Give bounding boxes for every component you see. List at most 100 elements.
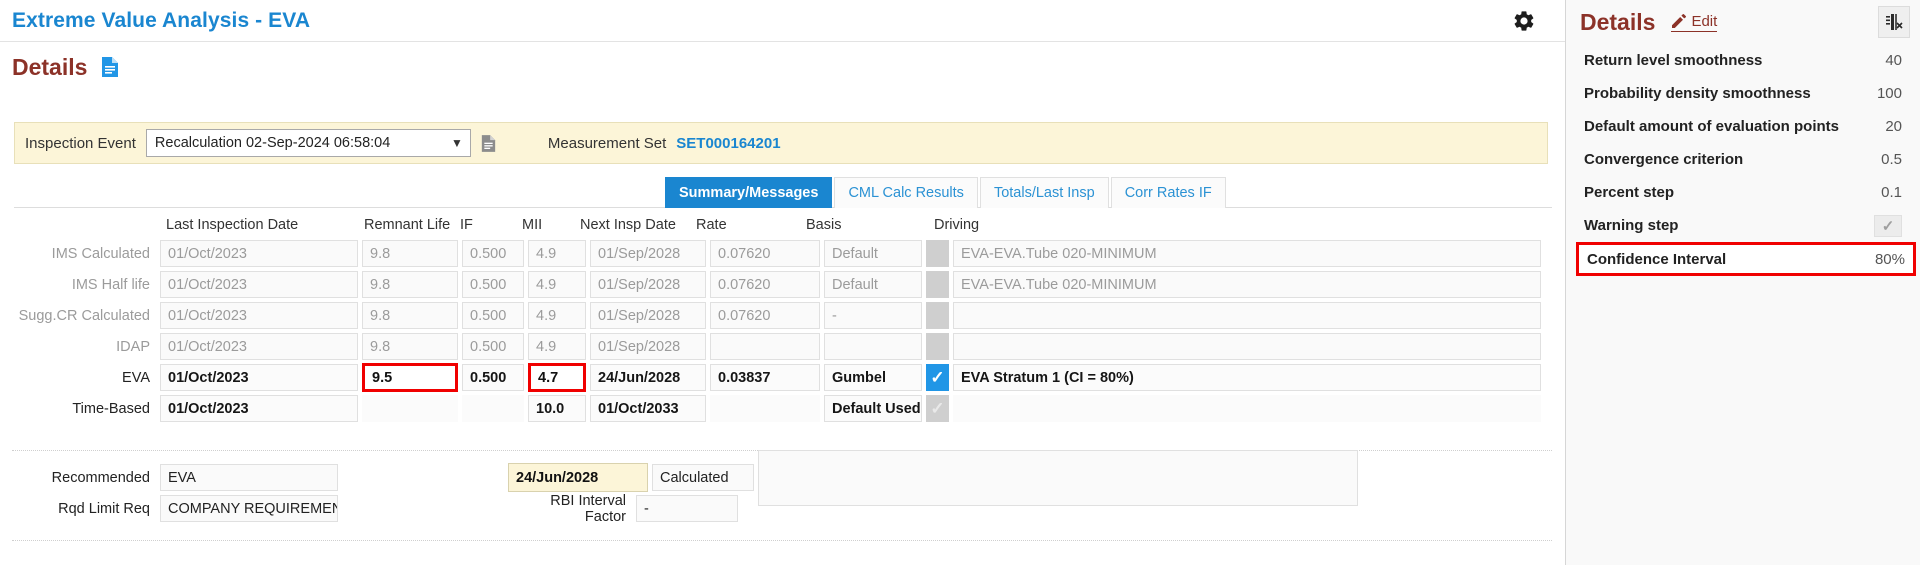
gear-icon[interactable] (1511, 8, 1537, 34)
cell-last-inspection-date[interactable]: 01/Oct/2023 (160, 333, 358, 360)
warning-step-checkbox[interactable]: ✓ (1874, 214, 1902, 237)
main-pane: Extreme Value Analysis - EVA Details Ins… (0, 0, 1566, 565)
cell-remnant-life[interactable]: 9.8 (362, 333, 458, 360)
cell-next-insp-date[interactable]: 01/Oct/2033 (590, 395, 706, 422)
inspection-event-select[interactable]: Recalculation 02-Sep-2024 06:58:04 ▼ (145, 129, 471, 157)
recommended-next-insp-date-highlighted[interactable]: 24/Jun/2028 (508, 463, 648, 492)
cell-driving[interactable] (953, 302, 1541, 329)
cell-remnant-life[interactable]: 9.8 (362, 271, 458, 298)
cell-last-inspection-date[interactable]: 01/Oct/2023 (160, 271, 358, 298)
header-next-insp-date: Next Insp Date (580, 217, 676, 233)
cell-remnant-life[interactable]: 9.8 (362, 240, 458, 267)
detail-value[interactable]: 20 (1885, 118, 1902, 135)
table-row: IMS Calculated 01/Oct/2023 9.8 0.500 4.9… (0, 238, 1565, 269)
cell-if[interactable]: 0.500 (462, 364, 524, 391)
cell-mii[interactable]: 10.0 (528, 395, 586, 422)
cell-rate[interactable] (710, 333, 820, 360)
tab-summary-messages[interactable]: Summary/Messages (665, 177, 833, 208)
bottom-divider (12, 540, 1552, 541)
document-icon[interactable] (101, 56, 119, 78)
detail-key: Default amount of evaluation points (1584, 118, 1840, 135)
cell-last-inspection-date[interactable]: 01/Oct/2023 (160, 395, 358, 422)
cell-rate[interactable]: 0.07620 (710, 302, 820, 329)
cell-mii[interactable]: 4.9 (528, 302, 586, 329)
cell-driving[interactable]: EVA-EVA.Tube 020-MINIMUM (953, 271, 1541, 298)
recommended-value[interactable]: EVA (160, 464, 338, 491)
detail-key: Warning step (1584, 217, 1679, 234)
cell-rate[interactable]: 0.07620 (710, 271, 820, 298)
cell-mii[interactable]: 4.9 (528, 333, 586, 360)
cell-next-insp-date[interactable]: 01/Sep/2028 (590, 240, 706, 267)
cell-basis[interactable]: Default (824, 271, 922, 298)
row-label-time-based: Time-Based (72, 400, 150, 417)
cell-checkbox-checked[interactable]: ✓ (926, 364, 949, 391)
table-row: IMS Half life 01/Oct/2023 9.8 0.500 4.9 … (0, 269, 1565, 300)
detail-value[interactable]: 100 (1877, 85, 1902, 102)
cell-next-insp-date[interactable]: 01/Sep/2028 (590, 302, 706, 329)
detail-key: Probability density smoothness (1584, 85, 1811, 102)
detail-key: Return level smoothness (1584, 52, 1763, 69)
cell-basis[interactable]: - (824, 302, 922, 329)
recommended-label: Recommended (51, 469, 150, 486)
cell-mii[interactable]: 4.9 (528, 271, 586, 298)
detail-value[interactable]: 40 (1885, 52, 1902, 69)
measurement-set-link[interactable]: SET000164201 (676, 135, 780, 152)
detail-value[interactable]: 0.1 (1881, 184, 1902, 201)
cell-remnant-life (362, 395, 458, 422)
inspection-event-document-icon[interactable] (481, 134, 496, 153)
inspection-event-value: Recalculation 02-Sep-2024 06:58:04 (154, 135, 391, 151)
inspection-event-bar: Inspection Event Recalculation 02-Sep-20… (14, 122, 1548, 164)
detail-value[interactable]: 0.5 (1881, 151, 1902, 168)
cell-if[interactable]: 0.500 (462, 302, 524, 329)
eva-details-screen: Extreme Value Analysis - EVA Details Ins… (0, 0, 1920, 565)
cell-checkbox-disabled[interactable]: ✓ (926, 395, 949, 422)
rbi-interval-factor-label: RBI Interval Factor (550, 492, 626, 525)
cell-next-insp-date[interactable]: 01/Sep/2028 (590, 271, 706, 298)
detail-row-convergence-criterion: Convergence criterion 0.5 (1580, 143, 1906, 176)
cell-basis[interactable]: Gumbel (824, 364, 922, 391)
details-panel-title: Details (1580, 8, 1656, 35)
cell-basis[interactable]: Default (824, 240, 922, 267)
recommended-basis[interactable]: Calculated (652, 464, 754, 491)
cell-mii-highlighted[interactable]: 4.7 (528, 363, 586, 392)
edit-button[interactable]: Edit (1671, 13, 1718, 32)
header-if: IF (460, 217, 473, 233)
cell-driving[interactable]: EVA-EVA.Tube 020-MINIMUM (953, 240, 1541, 267)
cell-remnant-life-highlighted[interactable]: 9.5 (362, 363, 458, 392)
cell-if[interactable]: 0.500 (462, 333, 524, 360)
tab-cml-calc-results[interactable]: CML Calc Results (834, 177, 978, 208)
measurement-set-label: Measurement Set (547, 134, 667, 152)
recommended-driving[interactable] (758, 449, 1358, 506)
cell-if[interactable]: 0.500 (462, 240, 524, 267)
cell-next-insp-date[interactable]: 01/Sep/2028 (590, 333, 706, 360)
detail-row-confidence-interval: Confidence Interval 80% (1576, 242, 1916, 276)
recommended-block: Recommended EVA 24/Jun/2028 Calculated R… (0, 449, 1565, 525)
cell-checkbox[interactable]: ✓ (926, 302, 949, 329)
cell-checkbox[interactable]: ✓ (926, 240, 949, 267)
cell-driving[interactable] (953, 333, 1541, 360)
results-grid: Last Inspection Date Remnant Life IF MII… (0, 212, 1565, 424)
cell-last-inspection-date[interactable]: 01/Oct/2023 (160, 302, 358, 329)
tab-list: Summary/Messages CML Calc Results Totals… (665, 177, 1228, 208)
pencil-edit-icon (1671, 13, 1687, 29)
cell-basis[interactable]: Default Used (824, 395, 922, 422)
tab-totals-last-insp[interactable]: Totals/Last Insp (979, 177, 1109, 208)
cell-checkbox[interactable]: ✓ (926, 271, 949, 298)
cell-last-inspection-date[interactable]: 01/Oct/2023 (160, 240, 358, 267)
header-last-inspection-date: Last Inspection Date (166, 217, 299, 233)
cell-mii[interactable]: 4.9 (528, 240, 586, 267)
collapse-panel-icon[interactable] (1878, 6, 1910, 38)
cell-last-inspection-date[interactable]: 01/Oct/2023 (160, 364, 358, 391)
cell-if[interactable]: 0.500 (462, 271, 524, 298)
rbi-interval-factor-value[interactable]: - (636, 495, 738, 522)
cell-basis[interactable] (824, 333, 922, 360)
detail-value[interactable]: 80% (1875, 251, 1905, 268)
cell-next-insp-date[interactable]: 24/Jun/2028 (590, 364, 706, 391)
cell-remnant-life[interactable]: 9.8 (362, 302, 458, 329)
cell-checkbox[interactable]: ✓ (926, 333, 949, 360)
cell-driving[interactable]: EVA Stratum 1 (CI = 80%) (953, 364, 1541, 391)
rqd-limit-value[interactable]: COMPANY REQUIREMENT (160, 495, 338, 522)
cell-rate[interactable]: 0.07620 (710, 240, 820, 267)
cell-rate[interactable]: 0.03837 (710, 364, 820, 391)
tab-corr-rates-if[interactable]: Corr Rates IF (1110, 177, 1226, 208)
